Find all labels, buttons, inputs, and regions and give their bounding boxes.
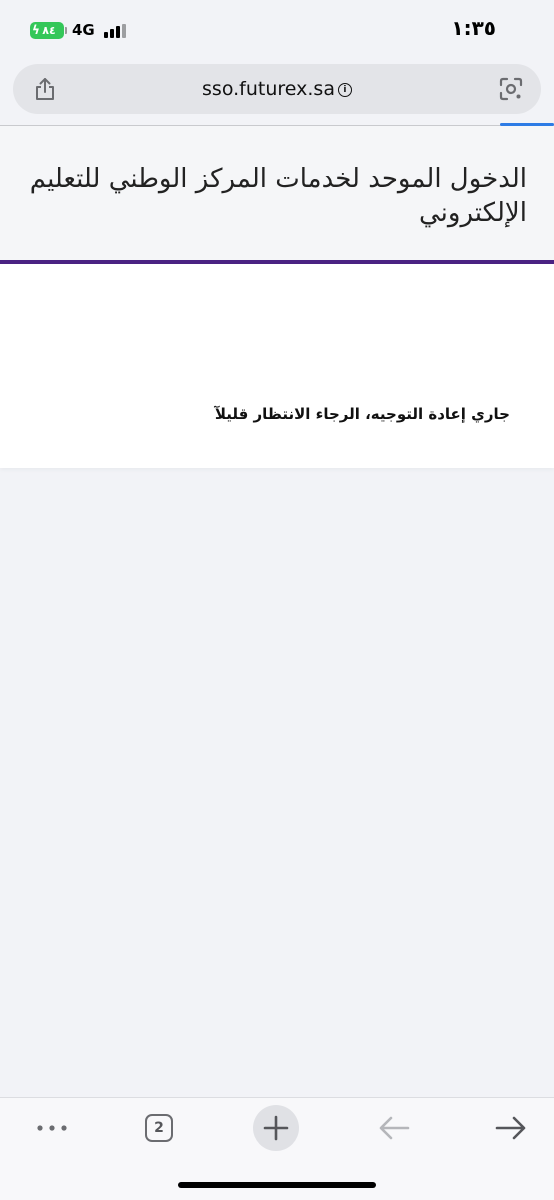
url-display[interactable]: sso.futurex.sa i: [13, 64, 541, 114]
tab-switcher-button[interactable]: 2: [137, 1106, 181, 1150]
page-header: الدخول الموحد لخدمات المركز الوطني للتعل…: [0, 126, 554, 260]
google-lens-icon[interactable]: [498, 76, 524, 102]
info-icon[interactable]: i: [337, 82, 352, 97]
new-tab-button[interactable]: [253, 1105, 299, 1151]
back-arrow-icon: [379, 1116, 410, 1140]
plus-icon: [263, 1115, 289, 1141]
battery-tip: [65, 26, 67, 34]
forward-button[interactable]: [489, 1106, 533, 1150]
status-bar: ϟ ٨٤ 4G ١:٣٥: [0, 0, 554, 60]
home-indicator[interactable]: [178, 1182, 376, 1188]
network-type: 4G: [72, 21, 95, 39]
more-icon: [37, 1125, 67, 1131]
page-title: الدخول الموحد لخدمات المركز الوطني للتعل…: [29, 164, 527, 228]
clock: ١:٣٥: [451, 16, 496, 40]
battery-indicator: ϟ ٨٤: [30, 20, 67, 40]
signal-strength-icon: [104, 24, 130, 38]
forward-arrow-icon: [495, 1116, 526, 1140]
address-bar[interactable]: sso.futurex.sa i: [13, 64, 541, 114]
url-text[interactable]: sso.futurex.sa: [202, 78, 335, 100]
redirect-message: جاري إعادة التوجيه، الرجاء الانتظار قليل…: [214, 405, 510, 423]
battery-level: ٨٤: [42, 23, 56, 37]
content-card: جاري إعادة التوجيه، الرجاء الانتظار قليل…: [0, 264, 554, 468]
charging-bolt-icon: ϟ: [32, 22, 40, 37]
battery-icon: ϟ ٨٤: [30, 21, 64, 39]
tab-count: 2: [154, 1120, 164, 1136]
tabs-icon: 2: [145, 1114, 173, 1142]
more-button[interactable]: [30, 1106, 74, 1150]
back-button[interactable]: [372, 1106, 416, 1150]
